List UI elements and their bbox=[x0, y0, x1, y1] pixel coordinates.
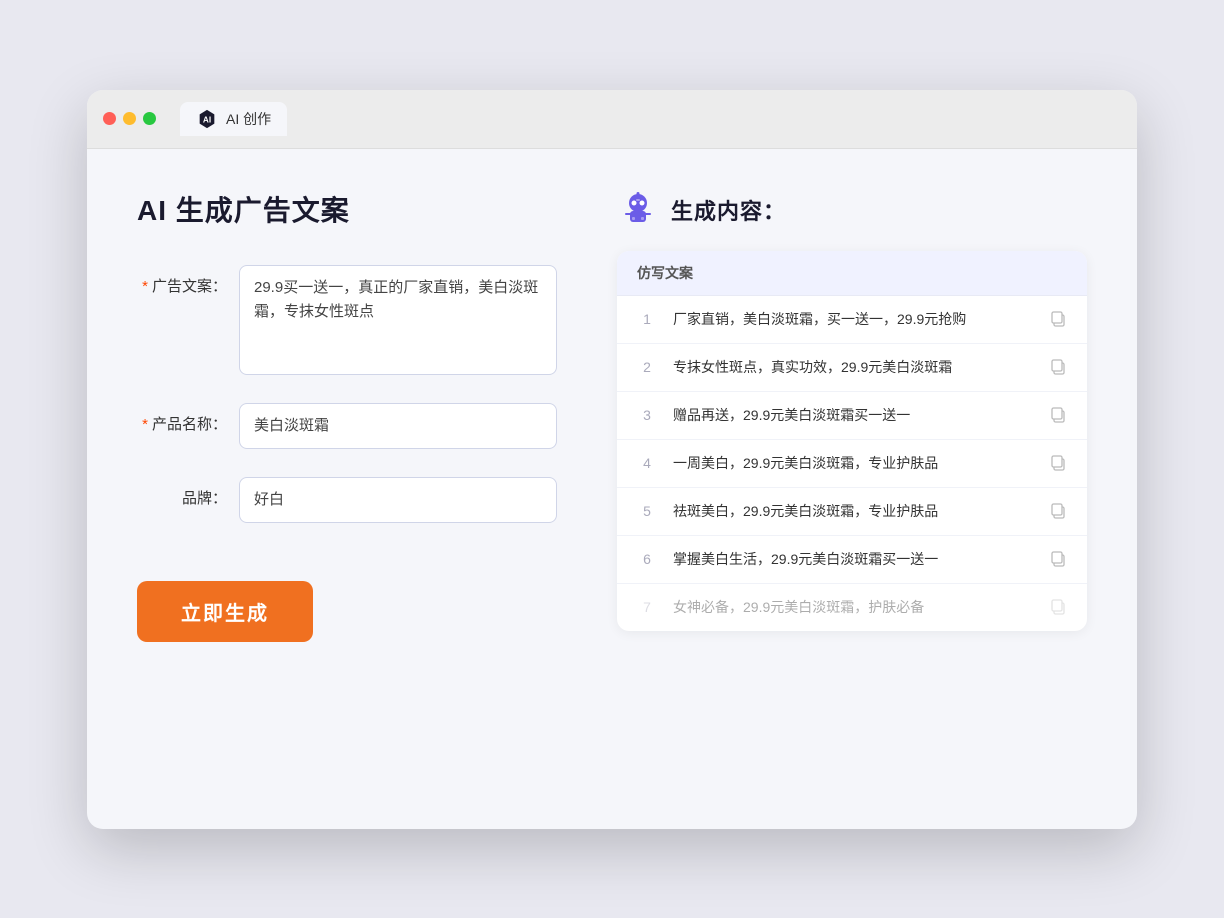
table-row: 1 厂家直销，美白淡斑霜，买一送一，29.9元抢购 bbox=[617, 296, 1087, 344]
result-table: 仿写文案 1 厂家直销，美白淡斑霜，买一送一，29.9元抢购 2 专抹女性斑点，… bbox=[617, 251, 1087, 631]
copy-icon[interactable] bbox=[1049, 358, 1067, 376]
ai-tab-icon: AI bbox=[196, 108, 218, 130]
product-required: * bbox=[142, 416, 148, 433]
copy-icon[interactable] bbox=[1049, 406, 1067, 424]
row-number: 4 bbox=[637, 455, 657, 471]
right-panel: 生成内容： 仿写文案 1 厂家直销，美白淡斑霜，买一送一，29.9元抢购 2 专… bbox=[617, 189, 1087, 789]
product-name-input[interactable] bbox=[239, 403, 557, 449]
copy-icon[interactable] bbox=[1049, 598, 1067, 616]
result-title: 生成内容： bbox=[671, 194, 786, 226]
result-table-header: 仿写文案 bbox=[617, 251, 1087, 296]
minimize-button[interactable] bbox=[123, 112, 136, 125]
row-number: 6 bbox=[637, 551, 657, 567]
row-text: 赠品再送，29.9元美白淡斑霜买一送一 bbox=[673, 405, 1033, 426]
row-number: 7 bbox=[637, 599, 657, 615]
table-row: 7 女神必备，29.9元美白淡斑霜，护肤必备 bbox=[617, 584, 1087, 631]
ai-tab[interactable]: AI AI 创作 bbox=[180, 102, 287, 136]
row-number: 1 bbox=[637, 311, 657, 327]
result-rows-container: 1 厂家直销，美白淡斑霜，买一送一，29.9元抢购 2 专抹女性斑点，真实功效，… bbox=[617, 296, 1087, 631]
table-row: 5 祛斑美白，29.9元美白淡斑霜，专业护肤品 bbox=[617, 488, 1087, 536]
row-text: 祛斑美白，29.9元美白淡斑霜，专业护肤品 bbox=[673, 501, 1033, 522]
robot-icon bbox=[617, 189, 659, 231]
titlebar: AI AI 创作 bbox=[87, 90, 1137, 149]
copy-icon[interactable] bbox=[1049, 502, 1067, 520]
result-header: 生成内容： bbox=[617, 189, 1087, 231]
maximize-button[interactable] bbox=[143, 112, 156, 125]
table-row: 2 专抹女性斑点，真实功效，29.9元美白淡斑霜 bbox=[617, 344, 1087, 392]
browser-window: AI AI 创作 AI 生成广告文案 *广告文案： 29.9买一送一，真正的厂家… bbox=[87, 90, 1137, 829]
left-panel: AI 生成广告文案 *广告文案： 29.9买一送一，真正的厂家直销，美白淡斑霜，… bbox=[137, 189, 557, 789]
table-row: 4 一周美白，29.9元美白淡斑霜，专业护肤品 bbox=[617, 440, 1087, 488]
row-number: 5 bbox=[637, 503, 657, 519]
page-title: AI 生成广告文案 bbox=[137, 189, 557, 229]
table-row: 6 掌握美白生活，29.9元美白淡斑霜买一送一 bbox=[617, 536, 1087, 584]
copy-icon[interactable] bbox=[1049, 454, 1067, 472]
row-text: 掌握美白生活，29.9元美白淡斑霜买一送一 bbox=[673, 549, 1033, 570]
traffic-lights bbox=[103, 112, 156, 125]
product-name-label: *产品名称： bbox=[137, 403, 227, 434]
svg-text:AI: AI bbox=[203, 115, 211, 124]
brand-label: 品牌： bbox=[137, 477, 227, 508]
ad-copy-required: * bbox=[142, 278, 148, 295]
table-row: 3 赠品再送，29.9元美白淡斑霜买一送一 bbox=[617, 392, 1087, 440]
row-text: 一周美白，29.9元美白淡斑霜，专业护肤品 bbox=[673, 453, 1033, 474]
tab-label: AI 创作 bbox=[226, 109, 271, 129]
copy-icon[interactable] bbox=[1049, 550, 1067, 568]
row-number: 2 bbox=[637, 359, 657, 375]
row-number: 3 bbox=[637, 407, 657, 423]
row-text: 女神必备，29.9元美白淡斑霜，护肤必备 bbox=[673, 597, 1033, 618]
row-text: 专抹女性斑点，真实功效，29.9元美白淡斑霜 bbox=[673, 357, 1033, 378]
ad-copy-row: *广告文案： 29.9买一送一，真正的厂家直销，美白淡斑霜，专抹女性斑点 bbox=[137, 265, 557, 375]
ad-copy-input[interactable]: 29.9买一送一，真正的厂家直销，美白淡斑霜，专抹女性斑点 bbox=[239, 265, 557, 375]
generate-button[interactable]: 立即生成 bbox=[137, 581, 313, 642]
ad-copy-label: *广告文案： bbox=[137, 265, 227, 296]
brand-input[interactable] bbox=[239, 477, 557, 523]
product-name-row: *产品名称： bbox=[137, 403, 557, 449]
brand-row: 品牌： bbox=[137, 477, 557, 523]
close-button[interactable] bbox=[103, 112, 116, 125]
row-text: 厂家直销，美白淡斑霜，买一送一，29.9元抢购 bbox=[673, 309, 1033, 330]
main-content: AI 生成广告文案 *广告文案： 29.9买一送一，真正的厂家直销，美白淡斑霜，… bbox=[87, 149, 1137, 829]
copy-icon[interactable] bbox=[1049, 310, 1067, 328]
